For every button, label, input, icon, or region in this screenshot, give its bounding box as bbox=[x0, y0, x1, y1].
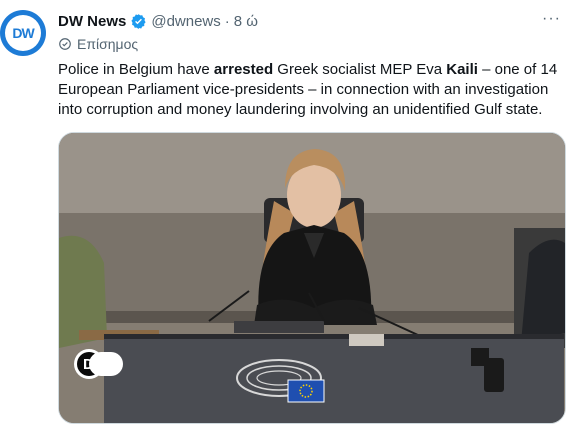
tweet-media-image[interactable]: DW bbox=[58, 132, 566, 424]
author-handle[interactable]: @dwnews bbox=[151, 13, 220, 30]
tweet-text-bold-kaili: Kaili bbox=[446, 61, 478, 78]
official-label-row: Επίσημος bbox=[58, 36, 138, 52]
separator-dot: · bbox=[224, 12, 230, 30]
avatar[interactable]: DW bbox=[0, 10, 46, 56]
tweet-timestamp[interactable]: 8 ώ bbox=[234, 13, 258, 30]
verified-badge-icon bbox=[130, 13, 147, 30]
photo-illustration bbox=[59, 133, 565, 423]
tweet-text: Police in Belgium have arrested Greek so… bbox=[58, 61, 558, 118]
more-dots-icon[interactable]: ··· bbox=[542, 10, 561, 28]
tweet-text-bold-arrested: arrested bbox=[213, 61, 274, 78]
official-label: Επίσημος bbox=[77, 36, 139, 52]
dw-watermark: DW bbox=[73, 348, 129, 380]
official-gear-icon bbox=[58, 37, 72, 51]
dw-logo-icon: DW bbox=[5, 15, 41, 51]
dw-watermark-text: DW bbox=[83, 356, 107, 373]
author-name[interactable]: DW News bbox=[58, 13, 126, 30]
tweet-header: DW News @dwnews · 8 ώ bbox=[58, 10, 573, 32]
